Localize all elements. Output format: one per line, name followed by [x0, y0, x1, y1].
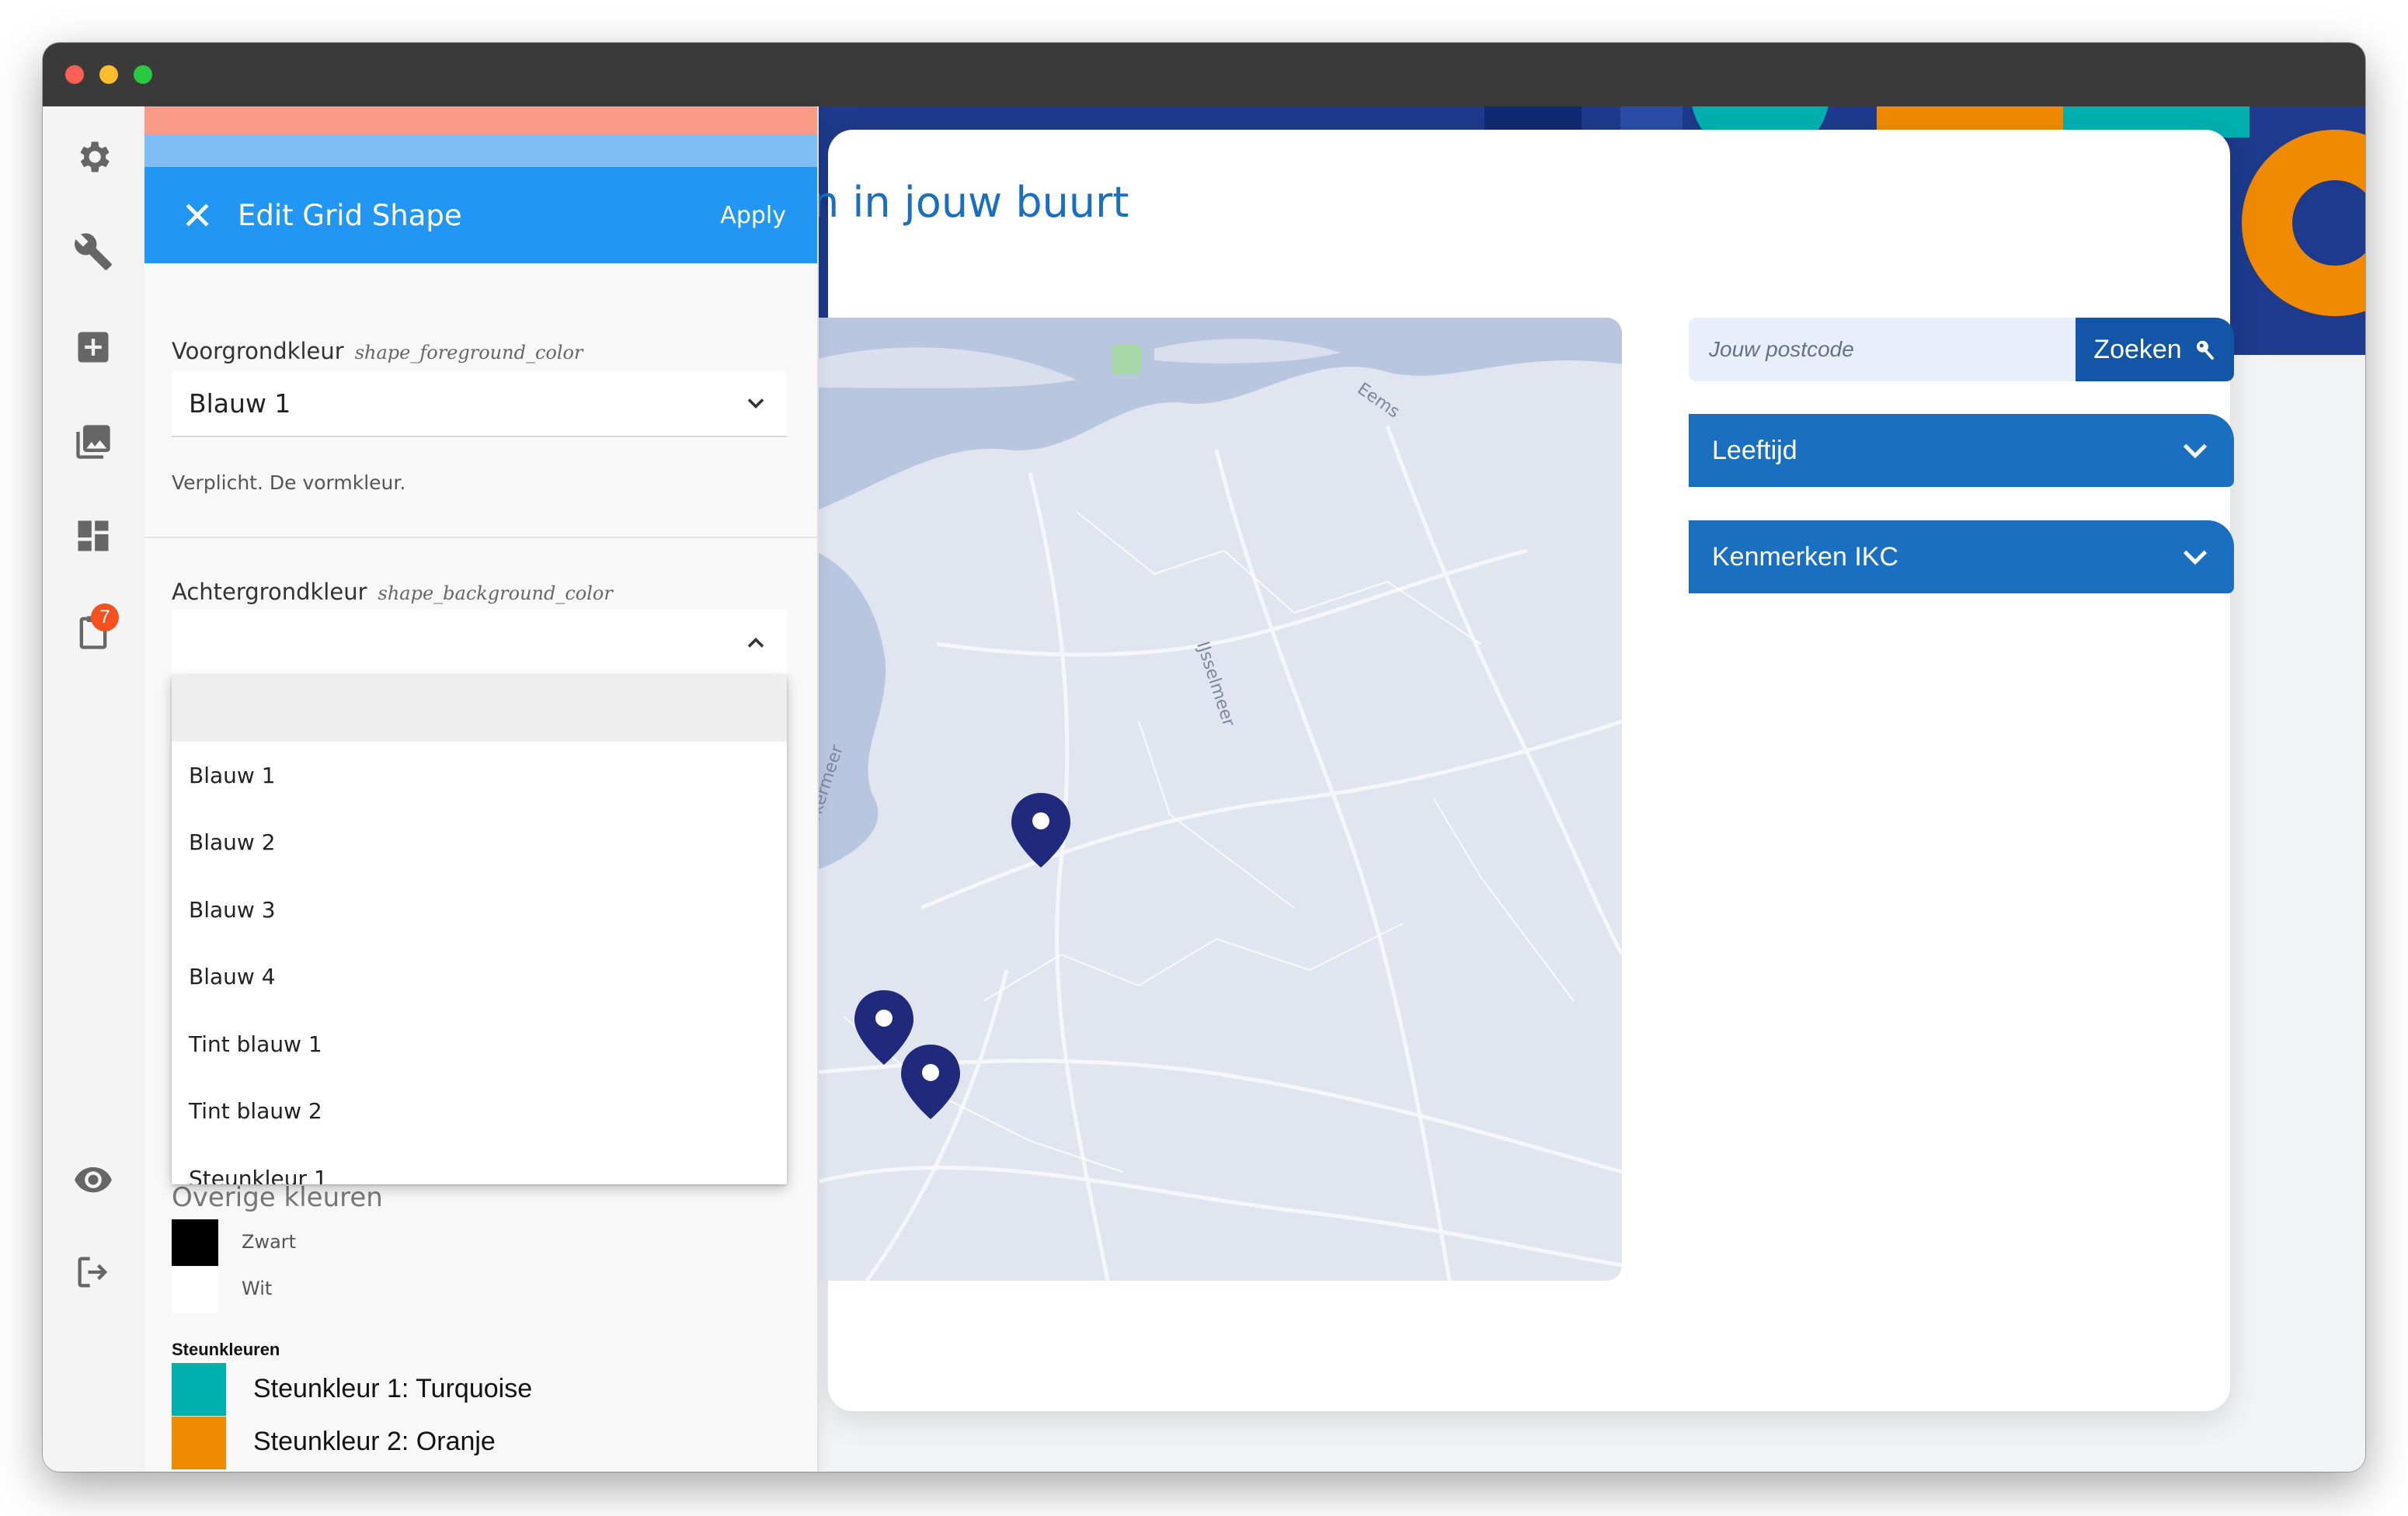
- support-colors-title: Steunkleuren: [172, 1340, 280, 1359]
- logout-icon: [78, 1257, 108, 1288]
- search-icon: [2196, 340, 2214, 360]
- field-key: shape_background_color: [378, 582, 613, 604]
- foreground-label: Voorgrondkleur shape_foreground_color: [172, 338, 583, 364]
- close-icon: [186, 203, 209, 227]
- image-library-icon: [76, 425, 110, 459]
- settings-button[interactable]: [66, 130, 120, 184]
- background-label: Achtergrondkleur shape_background_color: [172, 579, 613, 605]
- minimize-window-button[interactable]: [99, 65, 118, 84]
- background-options-dropdown: Blauw 1 Blauw 2 Blauw 3 Blauw 4 Tint bla…: [172, 675, 787, 1184]
- option-blauw-3[interactable]: Blauw 3: [172, 876, 787, 944]
- option-steunkleur-1[interactable]: Steunkleur 1: [172, 1145, 787, 1184]
- accordion-label: Leeftijd: [1712, 435, 1797, 465]
- clipboard-button[interactable]: 7: [66, 603, 120, 659]
- accordion-label: Kenmerken IKC: [1712, 541, 1898, 572]
- dashboard-icon: [78, 520, 109, 551]
- edit-panel: Edit Grid Shape Apply Voorgrondkleur shap…: [144, 106, 819, 1472]
- color-swatch-zwart: [172, 1219, 218, 1266]
- accordion-leeftijd[interactable]: Leeftijd: [1689, 414, 2234, 487]
- eye-icon: [75, 1167, 112, 1193]
- close-window-button[interactable]: [65, 65, 84, 84]
- search-button-label: Zoeken: [2093, 334, 2182, 364]
- chevron-down-icon: [2183, 443, 2208, 459]
- option-blauw-4[interactable]: Blauw 4: [172, 944, 787, 1011]
- accordion-kenmerken-ikc[interactable]: Kenmerken IKC: [1689, 520, 2234, 593]
- apply-button[interactable]: Apply: [715, 201, 791, 230]
- option-blauw-1[interactable]: Blauw 1: [172, 742, 787, 809]
- option-empty[interactable]: [172, 675, 787, 742]
- app-window: n in jouw buurt IJsselmeer Markermeer Ee…: [43, 43, 2365, 1472]
- panel-stripe: [144, 106, 817, 134]
- panel-title: Edit Grid Shape: [238, 198, 462, 232]
- chevron-up-icon: [747, 637, 764, 648]
- color-swatch-turquoise: [172, 1363, 226, 1416]
- color-name: Zwart: [242, 1231, 297, 1253]
- color-name: Steunkleur 2: Oranje: [253, 1427, 496, 1456]
- map[interactable]: IJsselmeer Markermeer Eems: [750, 318, 1622, 1281]
- foreground-select[interactable]: Blauw 1: [172, 370, 787, 437]
- wrench-icon: [75, 233, 112, 270]
- add-block-button[interactable]: [66, 320, 120, 374]
- media-library-button[interactable]: [66, 415, 120, 469]
- chevron-down-icon: [2183, 550, 2208, 565]
- close-panel-button[interactable]: [180, 198, 214, 232]
- panel-stripe: [144, 134, 817, 167]
- foreground-value: Blauw 1: [189, 388, 291, 419]
- gear-icon: [80, 141, 110, 172]
- color-swatch-wit: [172, 1267, 218, 1313]
- preview-button[interactable]: [66, 1152, 120, 1206]
- color-name: Steunkleur 1: Turquoise: [253, 1374, 533, 1403]
- logout-button[interactable]: [66, 1245, 120, 1299]
- map-canvas[interactable]: IJsselmeer Markermeer Eems: [750, 318, 1622, 1281]
- color-swatch-oranje: [172, 1417, 226, 1469]
- foreground-help: Verplicht. De vormkleur.: [172, 471, 406, 494]
- dashboard-button[interactable]: [66, 509, 120, 563]
- option-tint-blauw-2[interactable]: Tint blauw 2: [172, 1078, 787, 1146]
- divider: [144, 537, 817, 538]
- add-box-icon: [78, 332, 109, 363]
- option-tint-blauw-1[interactable]: Tint blauw 1: [172, 1010, 787, 1078]
- notification-badge: 7: [91, 603, 119, 631]
- color-name: Wit: [242, 1278, 273, 1299]
- field-label-text: Voorgrondkleur: [172, 338, 344, 364]
- background-select[interactable]: [172, 610, 787, 676]
- title-bar: [43, 43, 2365, 106]
- option-blauw-2[interactable]: Blauw 2: [172, 809, 787, 877]
- chevron-down-icon: [747, 398, 764, 409]
- tools-button[interactable]: [66, 224, 120, 279]
- page-heading: n in jouw buurt: [813, 178, 1129, 227]
- field-label-text: Achtergrondkleur: [172, 579, 367, 605]
- maximize-window-button[interactable]: [134, 65, 152, 84]
- admin-rail: 7: [43, 106, 146, 1472]
- postcode-input[interactable]: [1689, 318, 2076, 381]
- panel-toolbar: Edit Grid Shape Apply: [144, 167, 817, 263]
- other-colors-title: Overige kleuren: [172, 1182, 383, 1213]
- search-button[interactable]: Zoeken: [2076, 318, 2234, 381]
- field-key: shape_foreground_color: [354, 342, 583, 363]
